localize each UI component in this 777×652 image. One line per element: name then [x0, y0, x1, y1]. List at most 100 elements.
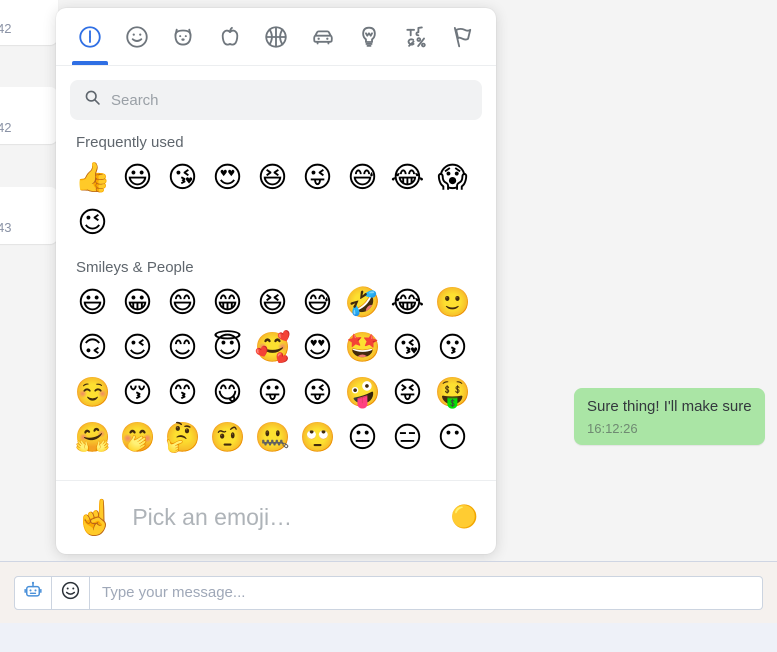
emoji-search-box[interactable] — [70, 80, 482, 120]
skin-tone-selector[interactable]: 🟡 — [451, 507, 478, 529]
emoji-cell[interactable]: 🤩 — [340, 325, 385, 370]
message-timestamp: 12:42 — [0, 119, 45, 137]
emoji-cell[interactable]: 😇 — [205, 325, 250, 370]
emoji-cell[interactable]: 😀 — [115, 280, 160, 325]
emoji-scroll-body[interactable]: Frequently used👍😃😘😍😆😜😅😂😱😉Smileys & Peopl… — [56, 120, 496, 480]
dog-icon — [170, 24, 196, 50]
emoji-cell[interactable]: 😉 — [115, 325, 160, 370]
emoji-cell[interactable]: 🙄 — [295, 415, 340, 460]
emoji-cell[interactable]: 😍 — [205, 155, 250, 200]
message-text: Ok — [0, 96, 45, 116]
emoji-cell[interactable]: 😉 — [70, 200, 115, 245]
emoji-cell[interactable]: 😂 — [385, 280, 430, 325]
outgoing-message-bubble[interactable]: Sure thing! I'll make sure 16:12:26 — [574, 388, 765, 445]
emoji-cell[interactable]: 😃 — [70, 280, 115, 325]
emoji-picker-panel: Frequently used👍😃😘😍😆😜😅😂😱😉Smileys & Peopl… — [56, 8, 496, 554]
emoji-cell[interactable]: 😅 — [340, 155, 385, 200]
emoji-search-input[interactable] — [111, 92, 468, 109]
emoji-category-tabs — [56, 8, 496, 66]
emoji-cell[interactable]: 🤪 — [340, 370, 385, 415]
emoji-tab-objects[interactable] — [349, 9, 389, 65]
message-row: Ok 12:42 — [0, 87, 58, 144]
emoji-cell[interactable]: 😆 — [250, 155, 295, 200]
emoji-cell[interactable]: 🤨 — [205, 415, 250, 460]
message-text: Ok — [0, 196, 45, 216]
emoji-cell[interactable]: 🤣 — [340, 280, 385, 325]
emoji-cell[interactable]: 🤐 — [250, 415, 295, 460]
emoji-tab-travel[interactable] — [303, 9, 343, 65]
emoji-cell[interactable]: 🤔 — [160, 415, 205, 460]
message-composer — [0, 561, 777, 623]
preview-label: Pick an emoji… — [132, 504, 434, 531]
emoji-cell[interactable]: 😜 — [295, 370, 340, 415]
incoming-message-bubble[interactable]: Ok 12:43 — [0, 187, 58, 244]
emoji-cell[interactable]: 😃 — [115, 155, 160, 200]
preview-emoji-icon: ☝️ — [74, 501, 116, 535]
emoji-cell[interactable]: 😁 — [205, 280, 250, 325]
emoji-tab-activities[interactable] — [256, 9, 296, 65]
message-row: Ok 12:42 — [0, 0, 58, 45]
emoji-tab-flags[interactable] — [442, 9, 482, 65]
emoji-cell[interactable]: 😐 — [340, 415, 385, 460]
emoji-cell[interactable]: 🙂 — [430, 280, 475, 325]
emoji-search-section — [56, 66, 496, 120]
emoji-cell[interactable]: 😆 — [250, 280, 295, 325]
emoji-cell[interactable]: 😙 — [160, 370, 205, 415]
emoji-cell[interactable]: 😘 — [160, 155, 205, 200]
message-row: Sure thing! I'll make sure 16:12:26 — [574, 388, 765, 445]
emoji-cell[interactable]: 🙃 — [70, 325, 115, 370]
emoji-tab-food[interactable] — [210, 9, 250, 65]
chat-application: Ok 12:42 Ok 12:42 Ok 12:43 Sure thing! I'll ma… — [0, 0, 777, 652]
emoji-tab-animals[interactable] — [163, 9, 203, 65]
emoji-cell[interactable]: 😱 — [430, 155, 475, 200]
emoji-cell[interactable]: 😅 — [295, 280, 340, 325]
message-timestamp: 12:42 — [0, 20, 45, 38]
basketball-icon — [263, 24, 289, 50]
smiley-icon — [60, 580, 81, 606]
emoji-cell[interactable]: 😘 — [385, 325, 430, 370]
emoji-cell[interactable]: 😗 — [430, 325, 475, 370]
emoji-cell[interactable]: 😊 — [160, 325, 205, 370]
car-icon — [310, 24, 336, 50]
robot-icon — [23, 580, 43, 605]
bot-button[interactable] — [14, 576, 52, 610]
message-input[interactable] — [90, 576, 763, 610]
emoji-section-title: Frequently used — [76, 134, 482, 151]
lightbulb-icon — [356, 24, 382, 50]
emoji-grid: 😃😀😄😁😆😅🤣😂🙂 🙃😉😊😇🥰😍🤩😘😗 ☺️😚😙😋😛😜🤪😝🤑 🤗🤭🤔🤨🤐🙄😐😑😶 — [70, 280, 482, 460]
emoji-cell[interactable]: 😍 — [295, 325, 340, 370]
emoji-tab-recent[interactable] — [70, 9, 110, 65]
smiley-icon — [124, 24, 150, 50]
search-icon — [84, 89, 101, 111]
message-timestamp: 12:43 — [0, 219, 45, 237]
emoji-cell[interactable]: 😶 — [430, 415, 475, 460]
emoji-cell[interactable]: 😚 — [115, 370, 160, 415]
message-timestamp: 16:12:26 — [587, 420, 752, 438]
emoji-cell[interactable]: 😂 — [385, 155, 430, 200]
emoji-cell[interactable]: 😜 — [295, 155, 340, 200]
incoming-message-bubble[interactable]: Ok 12:42 — [0, 0, 58, 45]
incoming-message-bubble[interactable]: Ok 12:42 — [0, 87, 58, 144]
emoji-cell[interactable]: 😝 — [385, 370, 430, 415]
emoji-tab-symbols[interactable] — [396, 9, 436, 65]
emoji-cell[interactable]: 😛 — [250, 370, 295, 415]
emoji-cell[interactable]: 😋 — [205, 370, 250, 415]
emoji-cell[interactable]: 🤗 — [70, 415, 115, 460]
emoji-cell[interactable]: 😄 — [160, 280, 205, 325]
emoji-cell[interactable]: 🤭 — [115, 415, 160, 460]
emoji-grid: 👍😃😘😍😆😜😅😂😱 😉 — [70, 155, 482, 245]
message-row: Ok 12:43 — [0, 187, 58, 244]
clock-icon — [77, 24, 103, 50]
emoji-toggle-button[interactable] — [52, 576, 90, 610]
message-text: Sure thing! I'll make sure — [587, 397, 752, 417]
emoji-cell[interactable]: 🤑 — [430, 370, 475, 415]
apple-icon — [217, 24, 243, 50]
emoji-cell[interactable]: 🥰 — [250, 325, 295, 370]
emoji-cell[interactable]: 👍 — [70, 155, 115, 200]
emoji-cell[interactable]: ☺️ — [70, 370, 115, 415]
message-text: Ok — [0, 0, 45, 17]
emoji-tab-smileys[interactable] — [117, 9, 157, 65]
emoji-cell[interactable]: 😑 — [385, 415, 430, 460]
flag-icon — [449, 24, 475, 50]
symbols-icon — [403, 24, 429, 50]
